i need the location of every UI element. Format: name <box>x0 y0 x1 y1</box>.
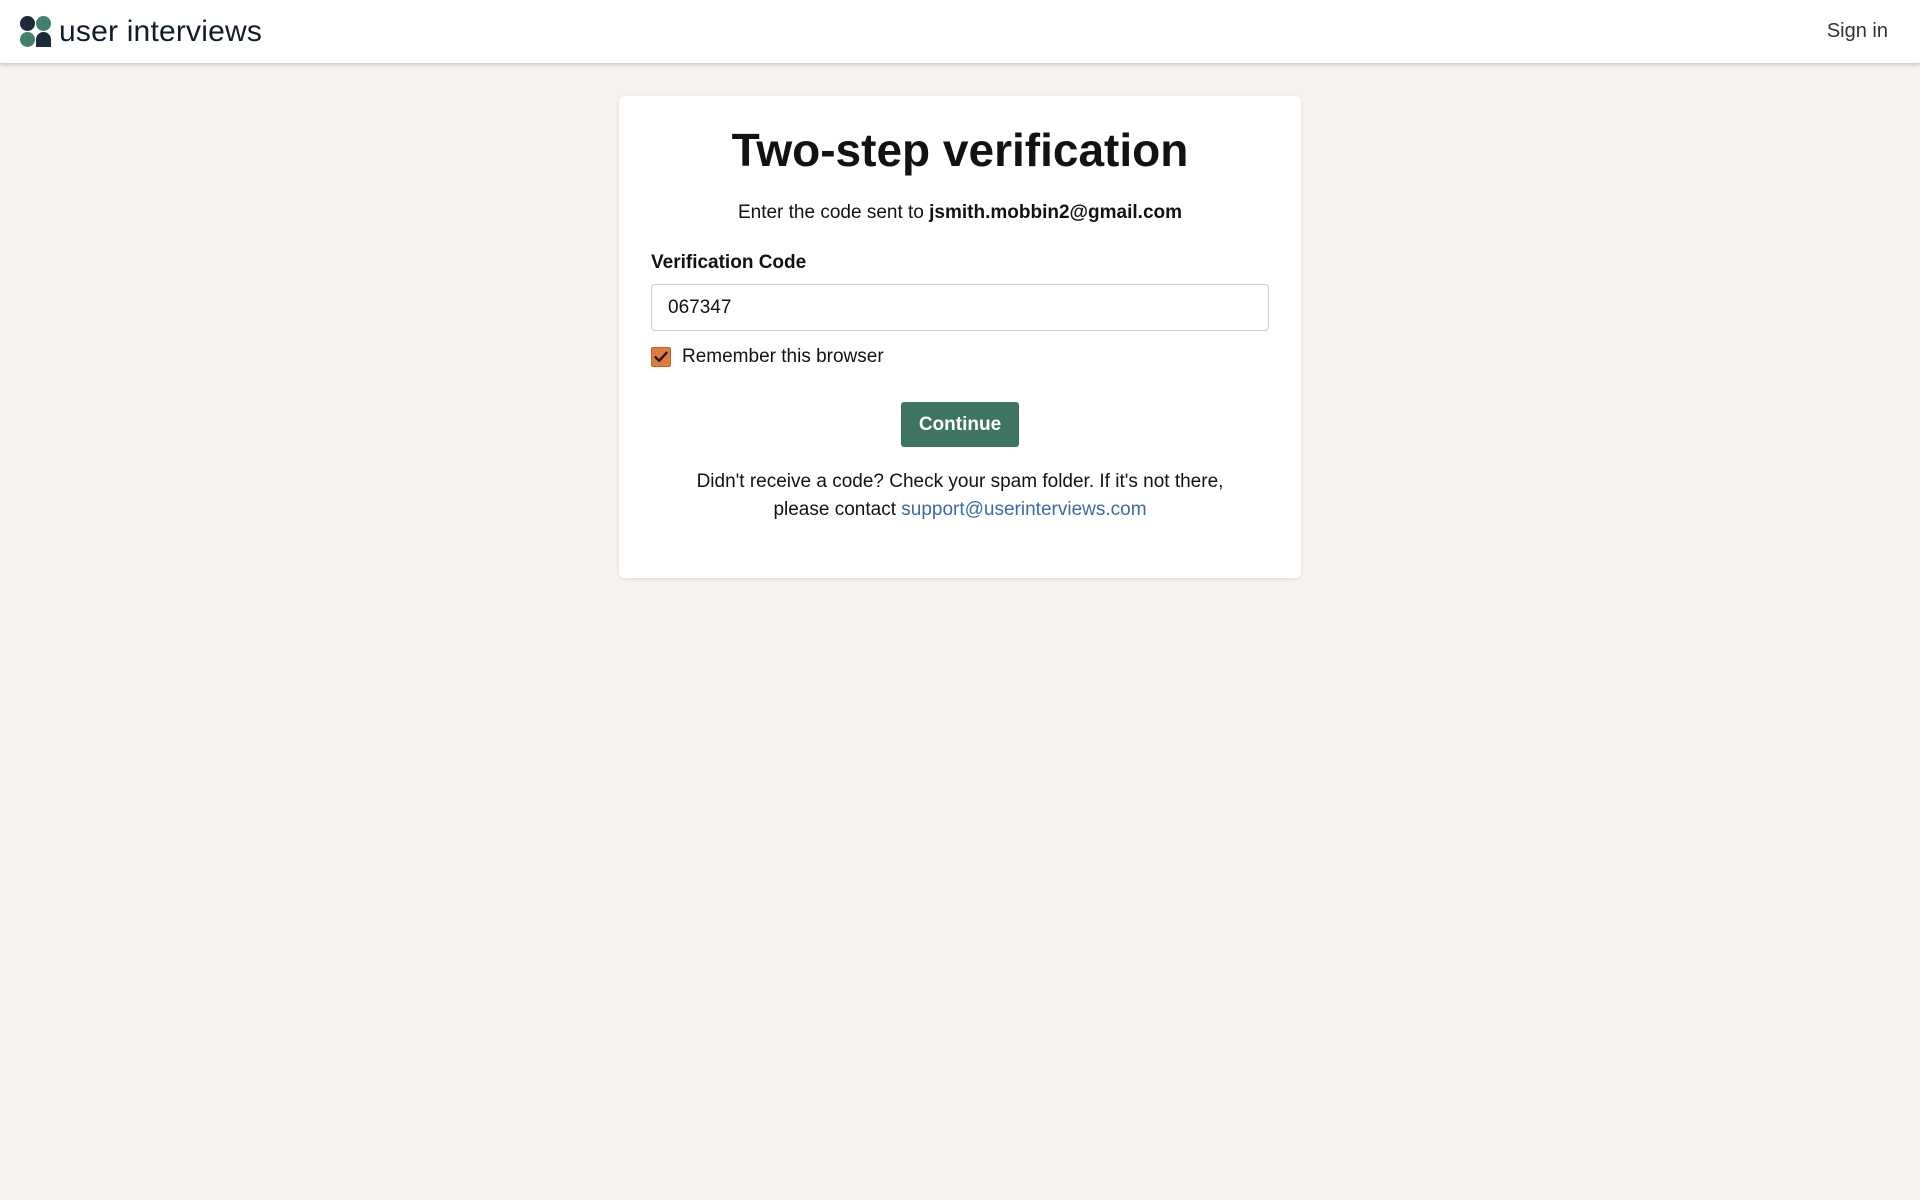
page-title: Two-step verification <box>731 124 1189 176</box>
code-sent-prefix: Enter the code sent to <box>737 202 924 223</box>
remember-browser-label: Remember this browser <box>682 346 884 367</box>
continue-button[interactable]: Continue <box>901 402 1019 447</box>
verification-code-input[interactable] <box>651 284 1269 331</box>
help-text: Didn't receive a code? Check your spam f… <box>659 468 1261 524</box>
remember-browser-checkbox-row[interactable]: Remember this browser <box>651 346 884 368</box>
logo-text: user interviews <box>59 15 263 48</box>
logo-link[interactable]: user interviews <box>20 16 262 48</box>
help-line-2-prefix: please contact <box>773 499 896 520</box>
user-interviews-logo-icon <box>20 16 52 48</box>
sign-in-link[interactable]: Sign in <box>1827 20 1888 43</box>
help-line-1: Didn't receive a code? Check your spam f… <box>696 471 1224 492</box>
code-sent-message: Enter the code sent to jsmith.mobbin2@gm… <box>619 202 1301 224</box>
verification-card: Two-step verification Enter the code sen… <box>619 96 1301 578</box>
remember-browser-checkbox[interactable] <box>651 347 671 367</box>
verification-code-label: Verification Code <box>651 252 807 273</box>
support-email-link[interactable]: support@userinterviews.com <box>901 499 1146 520</box>
checkmark-icon <box>654 351 668 362</box>
top-navbar: user interviews Sign in <box>0 0 1920 63</box>
recipient-email: jsmith.mobbin2@gmail.com <box>929 202 1183 223</box>
